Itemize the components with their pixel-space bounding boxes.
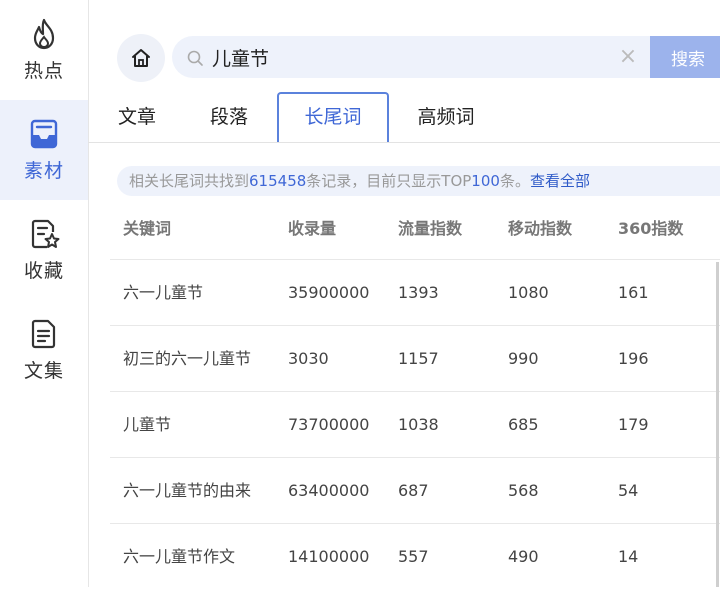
indexed-cell: 35900000 [288, 283, 370, 302]
sidebar-item-label: 收藏 [23, 260, 64, 282]
sidebar-item-material[interactable]: 素材 [0, 100, 88, 200]
tab-high-frequency-words[interactable]: 高频词 [404, 94, 488, 140]
sidebar-item-favorites[interactable]: 收藏 [0, 200, 88, 300]
indexed-cell: 73700000 [288, 415, 370, 434]
360-index-cell: 54 [618, 481, 639, 500]
sidebar-item-collection[interactable]: 文集 [0, 300, 88, 400]
keyword-cell: 初三的六一儿童节 [123, 349, 252, 368]
table-row[interactable]: 儿童节 73700000 1038 685 179 [110, 392, 720, 458]
indexed-cell: 63400000 [288, 481, 370, 500]
sidebar-item-hot[interactable]: 热点 [0, 0, 88, 100]
document-list-icon [31, 319, 56, 349]
tab-paragraphs[interactable]: 段落 [198, 94, 260, 140]
sidebar: 热点 素材 收藏 文集 [0, 0, 89, 587]
360-index-cell: 161 [618, 283, 649, 302]
column-header-indexed: 收录量 [288, 219, 337, 238]
table-row[interactable]: 六一儿童节 35900000 1393 1080 161 [110, 260, 720, 326]
tab-articles[interactable]: 文章 [106, 94, 168, 140]
document-star-icon [31, 219, 60, 249]
keyword-cell: 六一儿童节作文 [123, 547, 236, 566]
360-index-cell: 14 [618, 547, 639, 566]
indexed-cell: 14100000 [288, 547, 370, 566]
mobile-index-cell: 990 [508, 349, 539, 368]
mobile-index-cell: 1080 [508, 283, 549, 302]
indexed-cell: 3030 [288, 349, 329, 368]
360-index-cell: 196 [618, 349, 649, 368]
column-header-traffic-index: 流量指数 [398, 219, 463, 238]
sidebar-item-label: 文集 [23, 360, 64, 382]
search-button[interactable]: 搜索 [650, 36, 720, 78]
tab-divider [88, 142, 720, 143]
tab-long-tail-keywords[interactable]: 长尾词 [277, 92, 389, 142]
traffic-index-cell: 1038 [398, 415, 439, 434]
scrollbar[interactable] [716, 262, 719, 587]
360-index-cell: 179 [618, 415, 649, 434]
search-icon [187, 50, 203, 66]
clear-icon[interactable]: × [618, 46, 638, 68]
sidebar-item-label: 热点 [23, 60, 64, 82]
mobile-index-cell: 490 [508, 547, 539, 566]
sidebar-item-label: 素材 [23, 160, 64, 182]
column-header-mobile-index: 移动指数 [508, 219, 573, 238]
traffic-index-cell: 557 [398, 547, 429, 566]
search-box: × [172, 36, 650, 78]
table-row[interactable]: 六一儿童节作文 14100000 557 490 14 [110, 524, 720, 590]
traffic-index-cell: 1393 [398, 283, 439, 302]
column-header-keyword: 关键词 [123, 219, 172, 238]
search-input[interactable] [212, 36, 602, 78]
inbox-tray-icon [30, 119, 58, 149]
mobile-index-cell: 568 [508, 481, 539, 500]
top-count: 100 [471, 172, 500, 190]
table-row[interactable]: 六一儿童节的由来 63400000 687 568 54 [110, 458, 720, 524]
keyword-cell: 儿童节 [123, 415, 172, 434]
keyword-cell: 六一儿童节 [123, 283, 204, 302]
column-header-360-index: 360指数 [618, 219, 684, 238]
view-all-link[interactable]: 查看全部 [530, 172, 590, 190]
flame-icon [33, 18, 55, 50]
traffic-index-cell: 687 [398, 481, 429, 500]
traffic-index-cell: 1157 [398, 349, 439, 368]
home-button[interactable] [117, 34, 165, 82]
result-summary: 相关长尾词共找到615458条记录，目前只显示TOP100条。查看全部 [117, 166, 720, 196]
result-count: 615458 [249, 172, 307, 190]
home-icon [132, 49, 150, 67]
table-row[interactable]: 初三的六一儿童节 3030 1157 990 196 [110, 326, 720, 392]
mobile-index-cell: 685 [508, 415, 539, 434]
keyword-cell: 六一儿童节的由来 [123, 481, 252, 500]
